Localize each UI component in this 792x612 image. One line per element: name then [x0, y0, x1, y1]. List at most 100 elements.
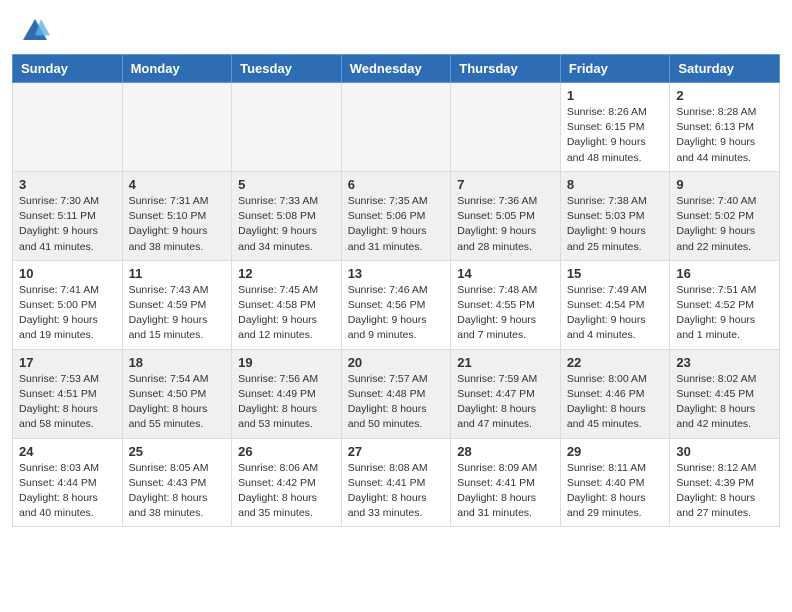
table-row: 16Sunrise: 7:51 AM Sunset: 4:52 PM Dayli…	[670, 260, 780, 349]
day-info: Sunrise: 7:59 AM Sunset: 4:47 PM Dayligh…	[457, 372, 554, 433]
day-number: 14	[457, 266, 554, 281]
day-number: 5	[238, 177, 335, 192]
day-number: 24	[19, 444, 116, 459]
logo	[20, 16, 54, 46]
day-number: 2	[676, 88, 773, 103]
day-info: Sunrise: 8:03 AM Sunset: 4:44 PM Dayligh…	[19, 461, 116, 522]
calendar-day-header: Wednesday	[341, 55, 451, 83]
table-row	[232, 83, 342, 172]
day-number: 13	[348, 266, 445, 281]
calendar-day-header: Monday	[122, 55, 232, 83]
day-info: Sunrise: 8:28 AM Sunset: 6:13 PM Dayligh…	[676, 105, 773, 166]
day-number: 17	[19, 355, 116, 370]
day-number: 26	[238, 444, 335, 459]
day-number: 20	[348, 355, 445, 370]
table-row: 10Sunrise: 7:41 AM Sunset: 5:00 PM Dayli…	[13, 260, 123, 349]
table-row: 8 Sunrise: 7:38 AM Sunset: 5:03 PM Daylig…	[560, 171, 670, 260]
day-info: Sunrise: 7:41 AM Sunset: 5:00 PM Dayligh…	[19, 283, 116, 344]
day-info: Sunrise: 8:05 AM Sunset: 4:43 PM Dayligh…	[129, 461, 226, 522]
day-number: 22	[567, 355, 664, 370]
table-row: 3 Sunrise: 7:30 AM Sunset: 5:11 PM Daylig…	[13, 171, 123, 260]
day-info: Sunrise: 8:06 AM Sunset: 4:42 PM Dayligh…	[238, 461, 335, 522]
day-number: 27	[348, 444, 445, 459]
table-row: 7 Sunrise: 7:36 AM Sunset: 5:05 PM Daylig…	[451, 171, 561, 260]
day-number: 15	[567, 266, 664, 281]
table-row	[13, 83, 123, 172]
table-row: 22 Sunrise: 8:00 AM Sunset: 4:46 PM Dayli…	[560, 349, 670, 438]
table-row: 27 Sunrise: 8:08 AM Sunset: 4:41 PM Dayli…	[341, 438, 451, 527]
table-row: 13 Sunrise: 7:46 AM Sunset: 4:56 PM Dayli…	[341, 260, 451, 349]
day-info: Sunrise: 8:02 AM Sunset: 4:45 PM Dayligh…	[676, 372, 773, 433]
table-row	[122, 83, 232, 172]
day-number: 1	[567, 88, 664, 103]
day-info: Sunrise: 7:48 AM Sunset: 4:55 PM Dayligh…	[457, 283, 554, 344]
day-info: Sunrise: 7:33 AM Sunset: 5:08 PM Dayligh…	[238, 194, 335, 255]
day-info: Sunrise: 8:11 AM Sunset: 4:40 PM Dayligh…	[567, 461, 664, 522]
calendar-week-row: 24 Sunrise: 8:03 AM Sunset: 4:44 PM Dayli…	[13, 438, 780, 527]
table-row: 15 Sunrise: 7:49 AM Sunset: 4:54 PM Dayli…	[560, 260, 670, 349]
table-row: 21 Sunrise: 7:59 AM Sunset: 4:47 PM Dayli…	[451, 349, 561, 438]
day-info: Sunrise: 8:00 AM Sunset: 4:46 PM Dayligh…	[567, 372, 664, 433]
calendar-table: SundayMondayTuesdayWednesdayThursdayFrid…	[12, 54, 780, 527]
calendar-week-row: 17 Sunrise: 7:53 AM Sunset: 4:51 PM Dayli…	[13, 349, 780, 438]
day-number: 19	[238, 355, 335, 370]
calendar-week-row: 1 Sunrise: 8:26 AM Sunset: 6:15 PM Daylig…	[13, 83, 780, 172]
table-row: 30 Sunrise: 8:12 AM Sunset: 4:39 PM Dayli…	[670, 438, 780, 527]
page-header	[0, 0, 792, 54]
day-number: 9	[676, 177, 773, 192]
table-row: 12 Sunrise: 7:45 AM Sunset: 4:58 PM Dayli…	[232, 260, 342, 349]
day-number: 30	[676, 444, 773, 459]
day-number: 4	[129, 177, 226, 192]
calendar-header-row: SundayMondayTuesdayWednesdayThursdayFrid…	[13, 55, 780, 83]
day-number: 25	[129, 444, 226, 459]
day-info: Sunrise: 7:56 AM Sunset: 4:49 PM Dayligh…	[238, 372, 335, 433]
table-row: 29 Sunrise: 8:11 AM Sunset: 4:40 PM Dayli…	[560, 438, 670, 527]
table-row: 18 Sunrise: 7:54 AM Sunset: 4:50 PM Dayli…	[122, 349, 232, 438]
day-info: Sunrise: 7:57 AM Sunset: 4:48 PM Dayligh…	[348, 372, 445, 433]
day-info: Sunrise: 7:30 AM Sunset: 5:11 PM Dayligh…	[19, 194, 116, 255]
day-info: Sunrise: 7:53 AM Sunset: 4:51 PM Dayligh…	[19, 372, 116, 433]
calendar-week-row: 10Sunrise: 7:41 AM Sunset: 5:00 PM Dayli…	[13, 260, 780, 349]
calendar-wrapper: SundayMondayTuesdayWednesdayThursdayFrid…	[0, 54, 792, 539]
day-number: 11	[129, 266, 226, 281]
table-row: 19 Sunrise: 7:56 AM Sunset: 4:49 PM Dayli…	[232, 349, 342, 438]
table-row: 24 Sunrise: 8:03 AM Sunset: 4:44 PM Dayli…	[13, 438, 123, 527]
day-number: 3	[19, 177, 116, 192]
calendar-day-header: Thursday	[451, 55, 561, 83]
day-info: Sunrise: 7:31 AM Sunset: 5:10 PM Dayligh…	[129, 194, 226, 255]
calendar-week-row: 3 Sunrise: 7:30 AM Sunset: 5:11 PM Daylig…	[13, 171, 780, 260]
day-info: Sunrise: 8:12 AM Sunset: 4:39 PM Dayligh…	[676, 461, 773, 522]
day-number: 21	[457, 355, 554, 370]
table-row: 9 Sunrise: 7:40 AM Sunset: 5:02 PM Daylig…	[670, 171, 780, 260]
day-number: 12	[238, 266, 335, 281]
table-row: 20 Sunrise: 7:57 AM Sunset: 4:48 PM Dayli…	[341, 349, 451, 438]
table-row: 26 Sunrise: 8:06 AM Sunset: 4:42 PM Dayli…	[232, 438, 342, 527]
day-number: 29	[567, 444, 664, 459]
day-info: Sunrise: 7:46 AM Sunset: 4:56 PM Dayligh…	[348, 283, 445, 344]
day-info: Sunrise: 8:08 AM Sunset: 4:41 PM Dayligh…	[348, 461, 445, 522]
day-number: 16	[676, 266, 773, 281]
calendar-day-header: Saturday	[670, 55, 780, 83]
day-number: 6	[348, 177, 445, 192]
table-row: 17 Sunrise: 7:53 AM Sunset: 4:51 PM Dayli…	[13, 349, 123, 438]
day-number: 18	[129, 355, 226, 370]
calendar-day-header: Tuesday	[232, 55, 342, 83]
day-info: Sunrise: 7:54 AM Sunset: 4:50 PM Dayligh…	[129, 372, 226, 433]
day-info: Sunrise: 8:09 AM Sunset: 4:41 PM Dayligh…	[457, 461, 554, 522]
table-row: 4 Sunrise: 7:31 AM Sunset: 5:10 PM Daylig…	[122, 171, 232, 260]
day-info: Sunrise: 7:49 AM Sunset: 4:54 PM Dayligh…	[567, 283, 664, 344]
day-info: Sunrise: 7:38 AM Sunset: 5:03 PM Dayligh…	[567, 194, 664, 255]
day-info: Sunrise: 7:45 AM Sunset: 4:58 PM Dayligh…	[238, 283, 335, 344]
table-row: 1 Sunrise: 8:26 AM Sunset: 6:15 PM Daylig…	[560, 83, 670, 172]
day-info: Sunrise: 7:36 AM Sunset: 5:05 PM Dayligh…	[457, 194, 554, 255]
day-info: Sunrise: 7:35 AM Sunset: 5:06 PM Dayligh…	[348, 194, 445, 255]
day-info: Sunrise: 8:26 AM Sunset: 6:15 PM Dayligh…	[567, 105, 664, 166]
table-row: 11 Sunrise: 7:43 AM Sunset: 4:59 PM Dayli…	[122, 260, 232, 349]
day-number: 23	[676, 355, 773, 370]
day-number: 7	[457, 177, 554, 192]
day-number: 8	[567, 177, 664, 192]
day-info: Sunrise: 7:43 AM Sunset: 4:59 PM Dayligh…	[129, 283, 226, 344]
table-row	[341, 83, 451, 172]
day-info: Sunrise: 7:40 AM Sunset: 5:02 PM Dayligh…	[676, 194, 773, 255]
calendar-day-header: Sunday	[13, 55, 123, 83]
